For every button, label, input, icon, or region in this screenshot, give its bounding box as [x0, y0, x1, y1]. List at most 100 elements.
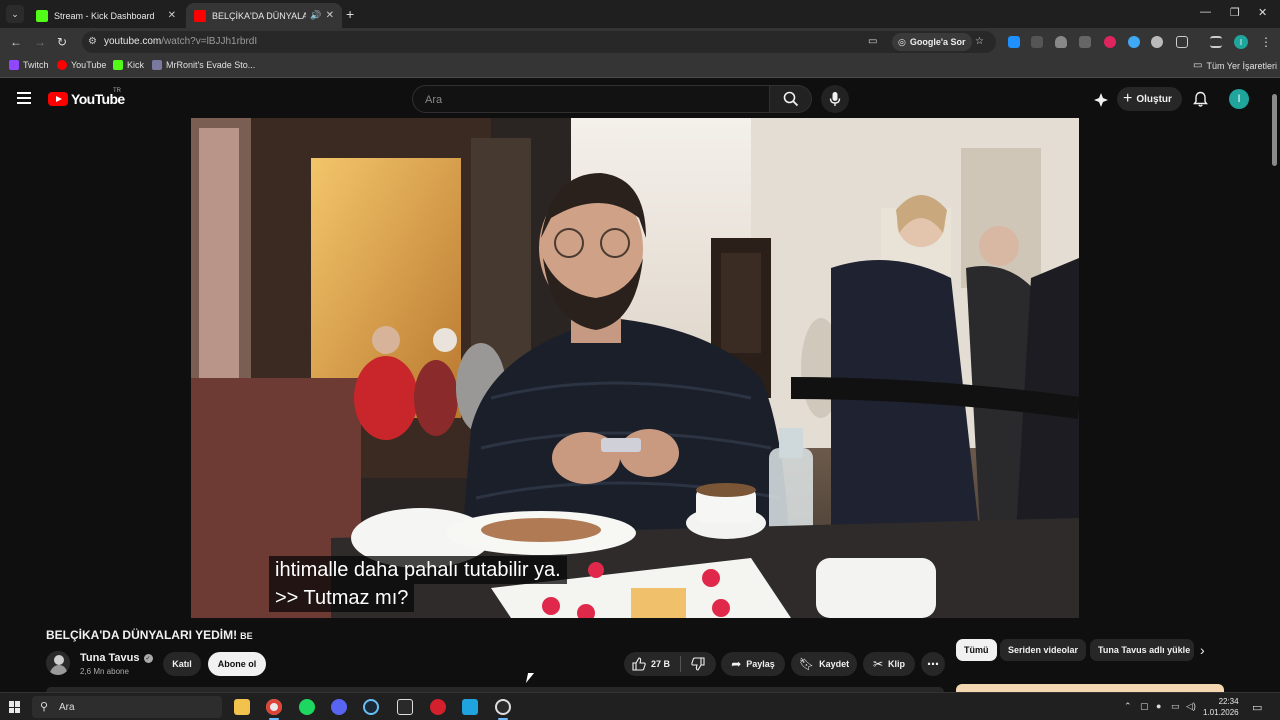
page-scrollbar-thumb[interactable] [1272, 94, 1277, 166]
voice-search-button[interactable] [821, 85, 849, 113]
extension-icon[interactable] [1079, 36, 1091, 48]
windows-start-icon[interactable] [9, 701, 21, 713]
tab-kick-dashboard[interactable]: Stream - Kick Dashboard ✕ [28, 3, 184, 28]
chip-series[interactable]: Seriden videolar [1000, 639, 1087, 661]
file-explorer-icon[interactable] [234, 699, 250, 715]
close-window-button[interactable]: ✕ [1258, 6, 1267, 19]
restore-button[interactable]: ❐ [1230, 6, 1240, 19]
browser-toolbar: ← → ↻ ⚙ youtube.com/watch?v=lBJJh1rbrdI … [0, 28, 1280, 56]
extensions-puzzle-icon[interactable] [1176, 36, 1188, 48]
epic-games-icon[interactable] [397, 699, 413, 715]
taskbar-search-input[interactable]: ⚲ Ara [32, 696, 222, 718]
microphone-tray-icon[interactable]: ● [1156, 701, 1161, 711]
recommended-video-thumbnail[interactable] [956, 684, 1224, 692]
menu-hamburger-icon[interactable] [17, 92, 31, 104]
steam-icon[interactable] [363, 699, 379, 715]
bookmark-twitch[interactable]: Twitch [9, 60, 49, 70]
tab-youtube-video[interactable]: BELÇİKA'DA DÜNYALARI YE 🔊 ✕ [186, 3, 342, 28]
app-icon[interactable] [430, 699, 446, 715]
caption-line: ihtimalle daha pahalı tutabilir ya. [269, 556, 567, 584]
roblox-icon [152, 60, 162, 70]
thumbs-down-icon[interactable] [691, 657, 705, 671]
kick-icon [113, 60, 123, 70]
tray-chevron-up-icon[interactable]: ⌃ [1124, 701, 1132, 712]
studio-sparkle-icon[interactable] [1093, 92, 1109, 108]
like-button[interactable]: 27 B [632, 657, 670, 671]
url-text[interactable]: youtube.com/watch?v=lBJJh1rbrdI [104, 36, 257, 47]
verified-check-icon: ✓ [143, 653, 153, 663]
back-button[interactable]: ← [10, 35, 22, 49]
bookmark-icon: 🔖︎ [798, 657, 815, 671]
clock-date: 1.01.2026 [1203, 708, 1239, 717]
minimize-button[interactable]: — [1200, 6, 1211, 18]
all-bookmarks-folder[interactable]: ▭ Tüm Yer İşaretleri [1193, 60, 1277, 71]
chip-channel-uploads[interactable]: Tuna Tavus adlı yükle [1090, 639, 1194, 661]
more-actions-icon[interactable]: ⋯ [921, 652, 945, 676]
save-button[interactable]: 🔖︎ Kaydet [791, 652, 857, 676]
google-lens-icon: ◎ [898, 36, 906, 47]
mouse-cursor-icon [525, 673, 535, 683]
site-info-icon[interactable]: ⚙ [88, 36, 97, 47]
reading-list-icon[interactable] [1210, 36, 1222, 48]
reload-button[interactable]: ↻ [57, 35, 67, 49]
channel-avatar-image [46, 651, 70, 675]
search-icon [783, 91, 798, 107]
new-tab-button[interactable]: + [346, 6, 354, 22]
video-title: BELÇİKA'DA DÜNYALARI YEDİM! BE [46, 628, 253, 642]
page-scrollbar-track[interactable] [1268, 80, 1280, 692]
clip-button[interactable]: ✂ Klip [863, 652, 915, 676]
google-lens-button[interactable]: ◎ Google'a Sor [892, 33, 972, 51]
bookmark-kick[interactable]: Kick [113, 60, 144, 70]
chip-all[interactable]: Tümü [956, 639, 997, 661]
shield-extension-icon[interactable] [1055, 36, 1067, 48]
bookmark-star-icon[interactable]: ☆ [975, 36, 984, 47]
notifications-bell-icon[interactable] [1193, 91, 1208, 108]
plus-icon: + [1123, 90, 1133, 107]
share-button[interactable]: ➦ Paylaş [721, 652, 785, 676]
audio-playing-icon[interactable]: 🔊 [310, 10, 321, 21]
network-icon[interactable]: ▭ [1171, 701, 1180, 712]
channel-avatar[interactable] [46, 651, 70, 675]
tab-title: BELÇİKA'DA DÜNYALARI YE [212, 10, 307, 21]
create-button[interactable]: + Oluştur [1117, 87, 1182, 111]
discord-icon[interactable] [331, 699, 347, 715]
channel-name[interactable]: Tuna Tavus ✓ [80, 652, 153, 664]
account-avatar[interactable]: I [1229, 89, 1249, 109]
youtube-play-icon [48, 92, 68, 106]
notifications-icon[interactable]: ▭ [1252, 701, 1262, 714]
close-tab-icon[interactable]: ✕ [168, 10, 176, 21]
share-arrow-icon: ➦ [731, 657, 742, 671]
chrome-icon[interactable] [266, 699, 282, 720]
country-code: TR [113, 88, 121, 94]
extension-icon[interactable] [1151, 36, 1163, 48]
windows-taskbar: ⚲ Ara ⌃ ▢ ● ▭ ◁) 22:34 1.01.2026 ▭ [0, 692, 1280, 720]
extension-icon[interactable] [1128, 36, 1140, 48]
extension-icon[interactable] [1008, 36, 1020, 48]
browser-profile-avatar[interactable]: I [1234, 35, 1248, 49]
video-player[interactable]: ihtimalle daha pahalı tutabilir ya. >> T… [191, 118, 1079, 618]
search-input[interactable]: Ara [412, 85, 770, 113]
tray-app-icon[interactable]: ▢ [1140, 701, 1149, 712]
spotify-icon[interactable] [299, 699, 315, 715]
volume-icon[interactable]: ◁) [1186, 701, 1196, 712]
browser-menu-icon[interactable]: ⋮ [1260, 35, 1272, 49]
chevron-right-icon[interactable]: › [1200, 642, 1205, 658]
subscribe-button[interactable]: Abone ol [208, 652, 266, 676]
join-button[interactable]: Katıl [163, 652, 201, 676]
search-button[interactable] [770, 85, 812, 113]
forward-button[interactable]: → [34, 35, 46, 49]
app-icon[interactable] [462, 699, 478, 715]
cast-icon[interactable]: ▭ [868, 36, 877, 47]
extension-icon[interactable] [1104, 36, 1116, 48]
bookmark-evade[interactable]: MrRonit's Evade Sto... [152, 60, 255, 70]
obs-icon[interactable] [495, 699, 511, 720]
tab-search-button[interactable]: ⌄ [6, 5, 24, 23]
video-frame-image [191, 118, 1079, 618]
bookmark-youtube[interactable]: YouTube [57, 60, 106, 70]
close-tab-icon[interactable]: ✕ [326, 10, 334, 21]
address-bar[interactable]: ⚙ youtube.com/watch?v=lBJJh1rbrdI ▭ ◎ Goo… [82, 31, 996, 53]
scissors-icon: ✂ [872, 657, 884, 671]
extension-icon[interactable] [1031, 36, 1043, 48]
youtube-icon [57, 60, 67, 70]
system-clock[interactable]: 22:34 1.01.2026 [1203, 696, 1239, 718]
